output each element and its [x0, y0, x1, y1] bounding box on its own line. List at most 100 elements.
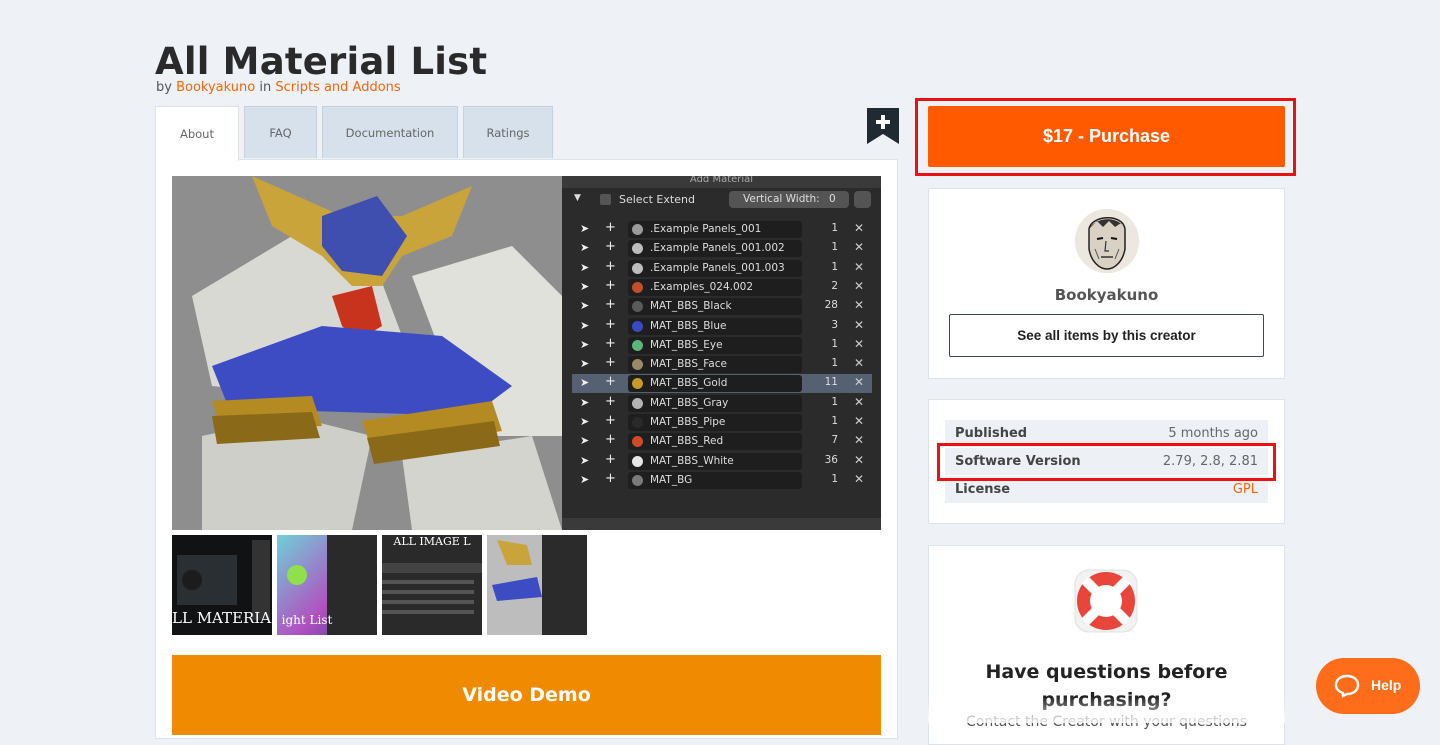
material-row[interactable]: ➤ + MAT_BBS_Face 1 ✕ [572, 355, 872, 374]
thumbnail-4[interactable] [487, 535, 587, 635]
select-arrow-icon[interactable]: ➤ [580, 261, 589, 274]
dot-button-icon[interactable] [854, 191, 871, 208]
material-name[interactable]: .Example Panels_001 [628, 221, 802, 238]
add-plus-icon[interactable]: + [605, 317, 616, 332]
remove-x-icon[interactable]: ✕ [854, 221, 864, 235]
remove-x-icon[interactable]: ✕ [854, 472, 864, 486]
add-plus-icon[interactable]: + [605, 355, 616, 370]
add-plus-icon[interactable]: + [605, 432, 616, 447]
remove-x-icon[interactable]: ✕ [854, 318, 864, 332]
material-name[interactable]: MAT_BBS_Eye [628, 336, 802, 354]
remove-x-icon[interactable]: ✕ [854, 240, 864, 254]
material-row[interactable]: ➤ + .Example Panels_001.002 1 ✕ [572, 239, 872, 258]
material-name[interactable]: MAT_BBS_Pipe [628, 414, 802, 431]
select-arrow-icon[interactable]: ➤ [580, 357, 589, 370]
thumbnail-1[interactable]: LL MATERIAL [172, 535, 272, 635]
add-plus-icon[interactable]: + [605, 394, 616, 409]
thumbnail-2[interactable]: ight List [277, 535, 377, 635]
add-plus-icon[interactable]: + [605, 336, 616, 351]
remove-x-icon[interactable]: ✕ [854, 279, 864, 293]
select-arrow-icon[interactable]: ➤ [580, 280, 589, 293]
tab-ratings[interactable]: Ratings [463, 106, 553, 158]
select-arrow-icon[interactable]: ➤ [580, 396, 589, 409]
remove-x-icon[interactable]: ✕ [854, 337, 864, 351]
license-link[interactable]: GPL [1233, 482, 1258, 497]
remove-x-icon[interactable]: ✕ [854, 260, 864, 274]
select-arrow-icon[interactable]: ➤ [580, 241, 589, 254]
material-row[interactable]: ➤ + .Example Panels_001.003 1 ✕ [572, 259, 872, 278]
collapse-triangle-icon[interactable]: ▼ [574, 193, 581, 203]
material-row[interactable]: ➤ + MAT_BBS_Eye 1 ✕ [572, 336, 872, 355]
material-name[interactable]: .Example Panels_001.003 [628, 259, 802, 277]
add-plus-icon[interactable]: + [605, 259, 616, 274]
add-plus-icon[interactable]: + [605, 374, 616, 389]
material-row[interactable]: ➤ + MAT_BG 1 ✕ [572, 471, 872, 490]
help-button[interactable]: Help [1316, 658, 1420, 714]
see-all-items-button[interactable]: See all items by this creator [949, 314, 1264, 357]
tab-documentation[interactable]: Documentation [322, 106, 458, 158]
remove-x-icon[interactable]: ✕ [854, 433, 864, 447]
remove-x-icon[interactable]: ✕ [854, 375, 864, 389]
material-row[interactable]: ➤ + MAT_BBS_Black 28 ✕ [572, 297, 872, 316]
creator-name[interactable]: Bookyakuno [928, 286, 1285, 304]
material-name[interactable]: MAT_BBS_Blue [628, 317, 802, 335]
add-plus-icon[interactable]: + [605, 471, 616, 486]
material-row[interactable]: ➤ + .Examples_024.002 2 ✕ [572, 278, 872, 297]
category-link[interactable]: Scripts and Addons [275, 80, 400, 95]
material-name[interactable]: MAT_BBS_Gray [628, 394, 802, 412]
remove-x-icon[interactable]: ✕ [854, 395, 864, 409]
software-version-highlight-box [937, 443, 1276, 481]
remove-x-icon[interactable]: ✕ [854, 298, 864, 312]
select-arrow-icon[interactable]: ➤ [580, 319, 589, 332]
material-name[interactable]: MAT_BBS_Gold [628, 375, 802, 393]
material-row[interactable]: ➤ + MAT_BBS_Red 7 ✕ [572, 432, 872, 451]
main-preview-image[interactable]: Add Material ▼ Select Extend Vertical Wi… [172, 176, 881, 530]
material-name[interactable]: .Examples_024.002 [628, 278, 802, 296]
creator-avatar[interactable] [1075, 209, 1139, 273]
add-plus-icon[interactable]: + [605, 278, 616, 293]
material-row[interactable]: ➤ + MAT_BBS_White 36 ✕ [572, 452, 872, 471]
material-row[interactable]: ➤ + MAT_BBS_Pipe 1 ✕ [572, 413, 872, 432]
add-plus-icon[interactable]: + [605, 452, 616, 467]
material-name[interactable]: MAT_BBS_Face [628, 356, 802, 374]
select-arrow-icon[interactable]: ➤ [580, 338, 589, 351]
panel-footer [562, 518, 881, 530]
material-name[interactable]: MAT_BG [628, 471, 802, 489]
select-extend-checkbox[interactable] [600, 194, 611, 205]
material-name[interactable]: MAT_BBS_Red [628, 433, 802, 451]
material-row[interactable]: ➤ + MAT_BBS_Gold 11 ✕ [572, 374, 872, 394]
bookmark-add-icon[interactable] [867, 108, 899, 144]
select-arrow-icon[interactable]: ➤ [580, 222, 589, 235]
material-name[interactable]: MAT_BBS_Black [628, 298, 802, 316]
robot-render [172, 176, 562, 530]
remove-x-icon[interactable]: ✕ [854, 453, 864, 467]
select-arrow-icon[interactable]: ➤ [580, 473, 589, 486]
vertical-width-field[interactable]: Vertical Width: 0 [729, 191, 849, 208]
material-count: 1 [831, 337, 838, 350]
add-plus-icon[interactable]: + [605, 220, 616, 235]
byline-in: in [259, 80, 272, 95]
remove-x-icon[interactable]: ✕ [854, 414, 864, 428]
meta-key: Published [955, 426, 1028, 441]
add-plus-icon[interactable]: + [605, 239, 616, 254]
select-extend-label: Select Extend [619, 193, 695, 206]
thumbnail-3[interactable]: ALL IMAGE L [382, 535, 482, 635]
author-link[interactable]: Bookyakuno [176, 80, 255, 95]
select-arrow-icon[interactable]: ➤ [580, 434, 589, 447]
material-row[interactable]: ➤ + .Example Panels_001 1 ✕ [572, 220, 872, 239]
add-plus-icon[interactable]: + [605, 297, 616, 312]
material-name[interactable]: .Example Panels_001.002 [628, 240, 802, 258]
remove-x-icon[interactable]: ✕ [854, 356, 864, 370]
material-row[interactable]: ➤ + MAT_BBS_Gray 1 ✕ [572, 394, 872, 413]
material-name[interactable]: MAT_BBS_White [628, 452, 802, 470]
select-arrow-icon[interactable]: ➤ [580, 415, 589, 428]
select-arrow-icon[interactable]: ➤ [580, 376, 589, 389]
tab-faq[interactable]: FAQ [244, 106, 317, 158]
material-swatch-icon [632, 262, 643, 274]
select-arrow-icon[interactable]: ➤ [580, 454, 589, 467]
tab-about[interactable]: About [155, 106, 239, 161]
material-row[interactable]: ➤ + MAT_BBS_Blue 3 ✕ [572, 317, 872, 336]
add-plus-icon[interactable]: + [605, 413, 616, 428]
select-arrow-icon[interactable]: ➤ [580, 299, 589, 312]
video-demo-button[interactable]: Video Demo [172, 655, 881, 735]
